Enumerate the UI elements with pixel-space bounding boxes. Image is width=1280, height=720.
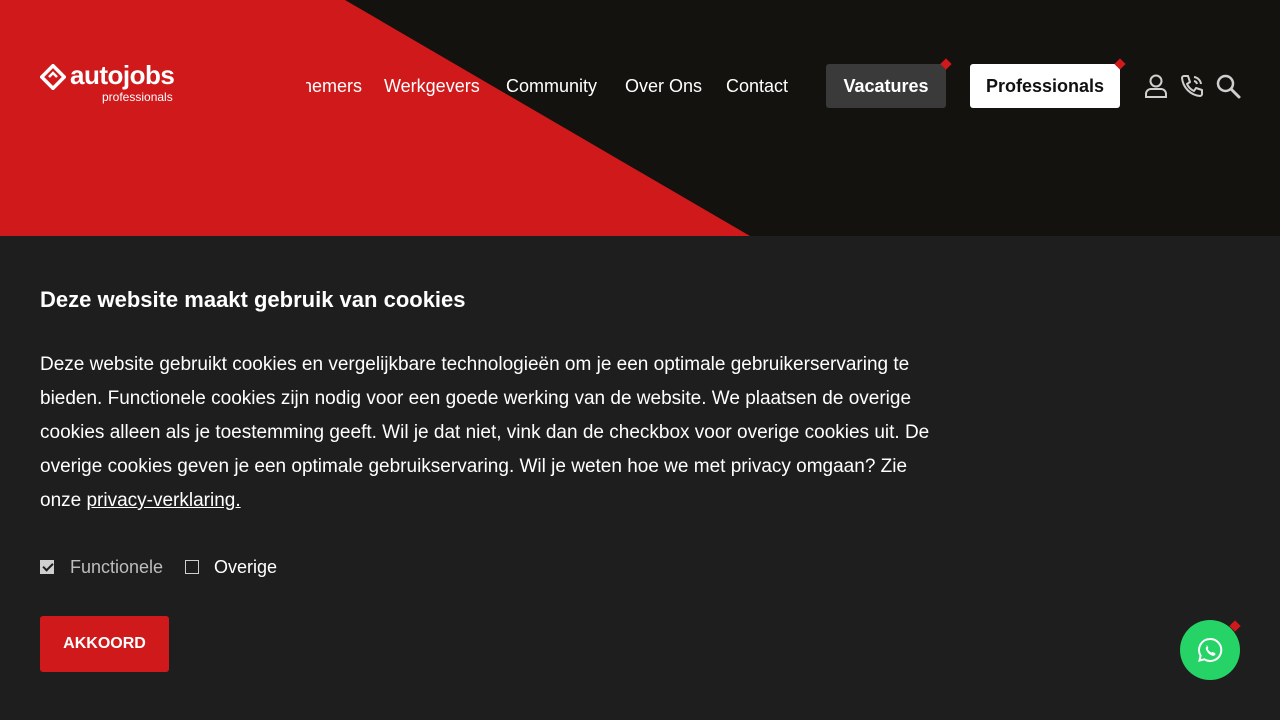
accept-button[interactable]: AKKOORD (40, 616, 169, 672)
nav-item-label: nemers (306, 76, 362, 96)
nav-item-community[interactable]: Community (506, 64, 597, 108)
vacatures-button[interactable]: Vacatures (826, 64, 946, 108)
user-icon[interactable] (1142, 72, 1170, 100)
other-label: Overige (214, 557, 278, 577)
nav-item-contact[interactable]: Contact (726, 64, 788, 108)
privacy-link[interactable]: privacy-verklaring. (86, 490, 240, 511)
professionals-button[interactable]: Professionals (970, 64, 1120, 108)
functional-label: Functionele (70, 557, 164, 577)
nav-item-over-ons[interactable]: Over Ons (625, 64, 702, 108)
brand-subtitle: professionals (102, 90, 173, 104)
functional-checkbox[interactable] (40, 560, 54, 574)
whatsapp-button[interactable] (1180, 620, 1240, 680)
search-icon[interactable] (1214, 72, 1242, 100)
nav-item-werkgevers[interactable]: Werkgevers (384, 64, 480, 108)
phone-icon[interactable] (1178, 72, 1206, 100)
whatsapp-icon (1198, 637, 1223, 662)
cookie-body-text: Deze website gebruikt cookies en vergeli… (40, 354, 930, 511)
header-red-triangle (0, 0, 750, 236)
cookie-title: Deze website maakt gebruik van cookies (40, 287, 466, 312)
brand-logo[interactable]: autojobs professionals (40, 60, 200, 106)
other-checkbox[interactable] (185, 560, 199, 574)
site-header: autojobs professionals nemers Werkgevers… (0, 0, 1280, 236)
logo-icon (40, 64, 66, 90)
nav-item-ondernemers[interactable]: nemers (306, 64, 368, 108)
cookie-description: Deze website gebruikt cookies en vergeli… (40, 348, 940, 518)
brand-name: autojobs (70, 60, 175, 90)
